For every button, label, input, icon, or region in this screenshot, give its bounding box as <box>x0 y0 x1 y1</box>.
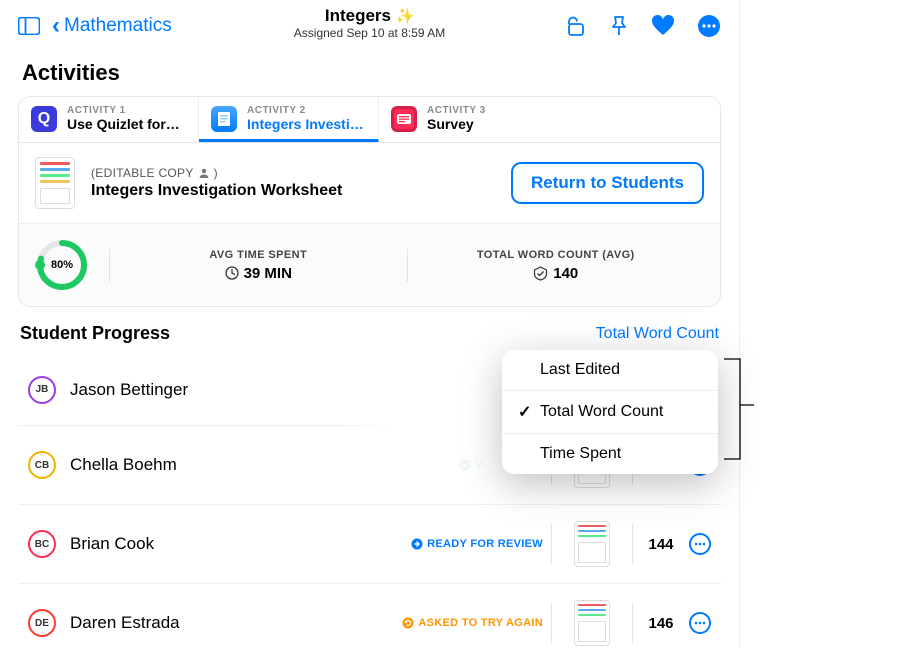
section-title: Activities <box>0 46 739 96</box>
person-icon <box>198 167 210 179</box>
badge-icon <box>533 266 548 281</box>
avatar: BC <box>28 530 56 558</box>
student-progress-title: Student Progress <box>20 323 170 344</box>
back-label: Mathematics <box>64 15 172 37</box>
tab-activity-2[interactable]: ACTIVITY 2 Integers Investi… <box>199 97 379 142</box>
pin-icon[interactable] <box>609 15 629 37</box>
status-badge: ASKED TO TRY AGAIN <box>402 617 543 629</box>
checkmark-icon: ✓ <box>518 402 532 422</box>
arrow-circle-icon <box>411 538 423 550</box>
student-row[interactable]: DE Daren Estrada ASKED TO TRY AGAIN 146 <box>18 584 721 662</box>
submission-thumbnail[interactable] <box>574 521 610 567</box>
student-name: Chella Boehm <box>70 455 290 475</box>
word-count-value: 140 <box>553 265 578 282</box>
tab-name: Survey <box>427 116 486 132</box>
sparkle-icon: ✨ <box>395 8 414 25</box>
popover-item-time-spent[interactable]: Time Spent <box>502 434 718 474</box>
sidebar-toggle[interactable] <box>18 17 40 35</box>
callout-bracket <box>724 355 764 463</box>
word-count: 144 <box>641 536 681 553</box>
popover-item-last-edited[interactable]: Last Edited <box>502 350 718 391</box>
row-more-button[interactable] <box>689 612 711 634</box>
pages-icon <box>211 106 237 132</box>
quizlet-icon: Q <box>31 106 57 132</box>
survey-icon <box>391 106 417 132</box>
avatar: CB <box>28 451 56 479</box>
tab-num: ACTIVITY 1 <box>67 105 180 116</box>
avatar: JB <box>28 376 56 404</box>
lock-open-icon[interactable] <box>565 15 587 37</box>
return-to-students-button[interactable]: Return to Students <box>511 162 704 204</box>
submission-thumbnail[interactable] <box>574 600 610 646</box>
row-more-button[interactable] <box>689 533 711 555</box>
heart-icon[interactable] <box>651 15 675 37</box>
student-name: Brian Cook <box>70 534 290 554</box>
tab-num: ACTIVITY 2 <box>247 105 364 116</box>
popover-item-total-word-count[interactable]: ✓ Total Word Count <box>502 391 718 434</box>
tab-activity-3[interactable]: ACTIVITY 3 Survey <box>379 97 559 142</box>
more-icon[interactable] <box>697 14 721 38</box>
avatar: DE <box>28 609 56 637</box>
activity-tabs: Q ACTIVITY 1 Use Quizlet for… ACTIVITY 2… <box>19 97 720 143</box>
chevron-left-icon: ‹ <box>52 14 60 38</box>
page-title: Integers <box>325 6 391 25</box>
back-button[interactable]: ‹ Mathematics <box>52 14 172 38</box>
avg-time-value: 39 MIN <box>244 265 292 282</box>
progress-donut: 80% <box>35 238 89 292</box>
tab-num: ACTIVITY 3 <box>427 105 486 116</box>
worksheet-thumbnail[interactable] <box>35 157 75 209</box>
worksheet-title: Integers Investigation Worksheet <box>91 182 342 200</box>
word-count: 146 <box>641 615 681 632</box>
tab-activity-1[interactable]: Q ACTIVITY 1 Use Quizlet for… <box>19 97 199 142</box>
tab-name: Use Quizlet for… <box>67 116 180 132</box>
word-count-label: TOTAL WORD COUNT (AVG) <box>418 249 695 261</box>
sort-popover: Last Edited ✓ Total Word Count Time Spen… <box>502 350 718 474</box>
status-badge: V <box>459 459 483 471</box>
student-name: Jason Bettinger <box>70 380 290 400</box>
check-circle-icon <box>459 459 471 471</box>
status-badge: READY FOR REVIEW <box>411 538 543 550</box>
editable-copy-label: (EDITABLE COPY ) <box>91 166 342 180</box>
donut-percent: 80% <box>35 238 89 292</box>
student-name: Daren Estrada <box>70 613 290 633</box>
student-row[interactable]: BC Brian Cook READY FOR REVIEW 144 <box>18 505 721 584</box>
avg-time-label: AVG TIME SPENT <box>120 249 397 261</box>
tab-name: Integers Investi… <box>247 116 364 132</box>
retry-circle-icon <box>402 617 414 629</box>
sort-dropdown[interactable]: Total Word Count <box>596 325 719 343</box>
clock-icon <box>225 266 239 280</box>
